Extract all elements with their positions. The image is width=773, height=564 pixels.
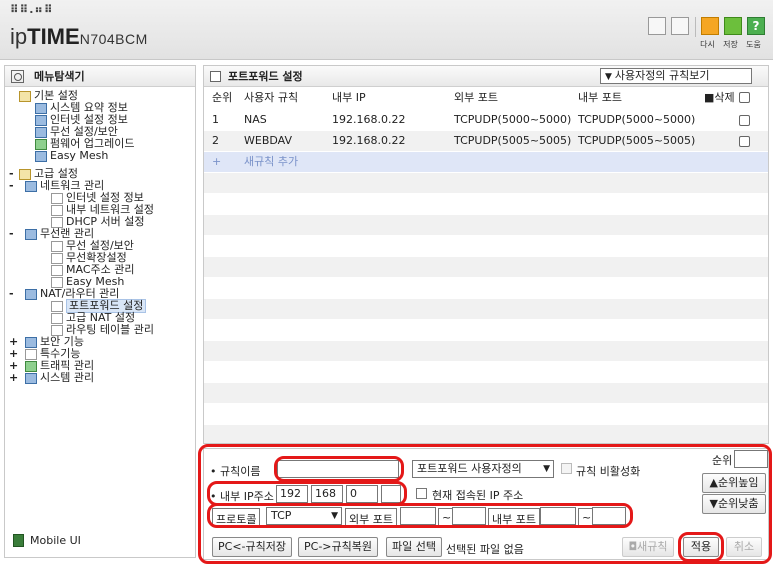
col-ip: 내부 IP	[332, 91, 366, 104]
col-order: 순위	[212, 91, 233, 104]
panel-header: 포트포워드 설정 ▼ 사용자정의 규칙보기	[204, 66, 768, 87]
menu-icon	[25, 180, 37, 192]
menu-icon	[35, 150, 47, 162]
page-icon	[51, 300, 63, 312]
cell-ip: 192.168.0.22	[332, 134, 406, 147]
logo-small: ⠿⠿.⠶⠿	[10, 3, 54, 16]
header-actions: ?	[643, 17, 765, 37]
table-row[interactable]: 2 WEBDAV 192.168.0.22 TCPUDP(5005~5005) TCPU…	[204, 131, 768, 151]
menu-explorer: 메뉴탐색기 기본 설정 시스템 요약 정보 인터넷 설정 정보 무선 설정/보안 펌웨어…	[4, 65, 196, 558]
collapse-icon[interactable]: -	[9, 180, 25, 192]
mobile-ui-link[interactable]: Mobile UI	[13, 534, 81, 547]
menu-icon	[35, 138, 47, 150]
cell-int: TCPUDP(5000~5000)	[578, 113, 696, 126]
menu-icon	[25, 288, 37, 300]
folder-icon	[19, 90, 31, 102]
restart-icon[interactable]	[701, 17, 719, 35]
cell-order: 1	[212, 113, 219, 126]
table-stripe	[204, 404, 768, 424]
table-stripe	[204, 299, 768, 319]
table-stripe	[204, 341, 768, 361]
table-stripe	[204, 383, 768, 403]
cell-order: 2	[212, 134, 219, 147]
cell-rule: WEBDAV	[244, 134, 292, 147]
table-row[interactable]: 1 NAS 192.168.0.22 TCPUDP(5000~5000) TCPUDP(…	[204, 110, 768, 130]
menu-icon	[25, 372, 37, 384]
cell-int: TCPUDP(5005~5005)	[578, 134, 696, 147]
header-bar: ⠿⠿.⠶⠿ ipTIMEN704BCM ? 다시 저장 도움	[0, 0, 773, 60]
menu-icon	[25, 228, 37, 240]
cell-ext: TCPUDP(5000~5000)	[454, 113, 572, 126]
cell-ip: 192.168.0.22	[332, 113, 406, 126]
page-icon	[51, 324, 63, 336]
table-stripe	[204, 362, 768, 382]
panel-icon	[210, 70, 221, 82]
home-icon[interactable]	[648, 17, 666, 35]
sidebar-item[interactable]: + 시스템 관리	[9, 372, 94, 384]
separator	[695, 17, 696, 37]
col-delete: ■삭제	[704, 91, 735, 104]
page-icon	[51, 192, 63, 204]
delete-checkbox[interactable]	[739, 115, 750, 126]
table-stripe	[204, 173, 768, 193]
table-stripe	[204, 236, 768, 256]
save-label[interactable]: 저장	[719, 39, 742, 50]
logo: ipTIMEN704BCM	[10, 24, 148, 49]
menu-icon	[35, 102, 47, 114]
collapse-icon[interactable]: -	[9, 288, 25, 300]
table-stripe	[204, 278, 768, 298]
delete-checkbox[interactable]	[739, 136, 750, 147]
save-icon[interactable]	[724, 17, 742, 35]
chevron-down-icon: ▼	[605, 72, 612, 82]
col-rule: 사용자 규칙	[244, 91, 299, 104]
page-icon	[51, 276, 63, 288]
help-icon[interactable]: ?	[747, 17, 765, 35]
menu-icon	[25, 336, 37, 348]
add-rule-label: 새규칙 추가	[244, 155, 299, 168]
col-int-port: 내부 포트	[578, 91, 622, 104]
table-stripe	[204, 215, 768, 235]
mobile-ui-label: Mobile UI	[30, 534, 81, 547]
menu-icon	[25, 360, 37, 372]
sidebar-item[interactable]: Easy Mesh	[25, 150, 108, 162]
logout-icon[interactable]	[671, 17, 689, 35]
table-header: 순위 사용자 규칙 내부 IP 외부 포트 내부 포트 ■삭제	[204, 89, 768, 107]
folder-icon	[19, 168, 31, 180]
rule-view-select[interactable]: ▼ 사용자정의 규칙보기	[600, 68, 752, 84]
collapse-icon[interactable]: -	[9, 228, 25, 240]
page-icon	[51, 252, 63, 264]
expand-icon[interactable]: +	[9, 372, 25, 384]
menu-icon	[35, 126, 47, 138]
table-stripe	[204, 194, 768, 214]
plus-icon: +	[212, 155, 222, 168]
table-stripe	[204, 257, 768, 277]
page-icon	[51, 240, 63, 252]
restart-label[interactable]: 다시	[696, 39, 719, 50]
table-stripe	[204, 425, 768, 443]
mobile-icon	[13, 534, 24, 547]
help-label[interactable]: 도움	[742, 39, 765, 50]
col-ext-port: 외부 포트	[454, 91, 498, 104]
page-icon	[51, 216, 63, 228]
page-icon	[51, 312, 63, 324]
header-action-labels: 다시 저장 도움	[696, 39, 765, 50]
page-icon	[25, 348, 37, 360]
sidebar-item-label: Easy Mesh	[50, 149, 109, 162]
select-all-checkbox[interactable]	[739, 92, 750, 103]
port-forward-panel: 포트포워드 설정 ▼ 사용자정의 규칙보기 순위 사용자 규칙 내부 IP 외부 …	[203, 65, 769, 444]
page-icon	[51, 204, 63, 216]
add-rule-row[interactable]: + 새규칙 추가	[204, 152, 768, 172]
sidebar-item-label: 시스템 관리	[40, 371, 95, 384]
cell-rule: NAS	[244, 113, 267, 126]
menu-explorer-title: 메뉴탐색기	[34, 70, 85, 83]
page-icon	[51, 264, 63, 276]
search-icon	[11, 69, 24, 83]
panel-title: 포트포워드 설정	[228, 70, 303, 83]
menu-explorer-header: 메뉴탐색기	[5, 66, 195, 87]
menu-icon	[35, 114, 47, 126]
cell-ext: TCPUDP(5005~5005)	[454, 134, 572, 147]
table-stripe	[204, 320, 768, 340]
highlight-form	[198, 444, 772, 564]
